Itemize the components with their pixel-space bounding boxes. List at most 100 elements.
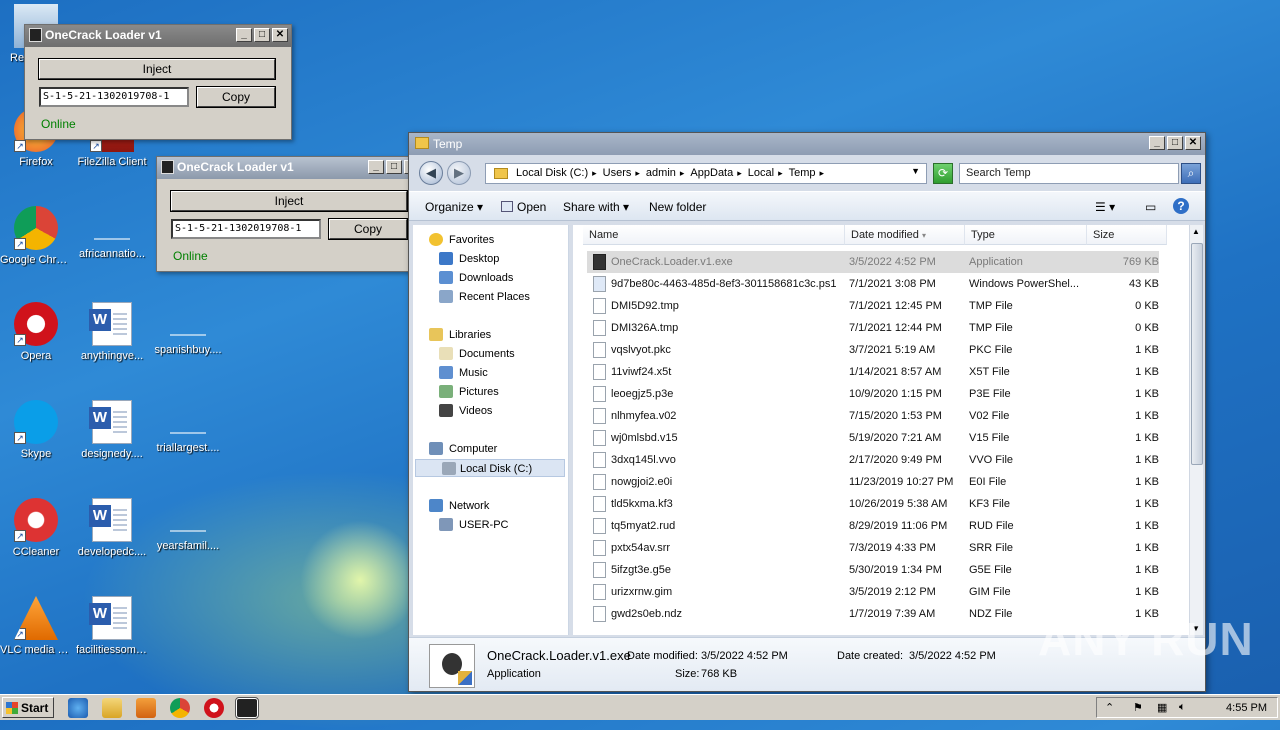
file-row[interactable]: 3dxq145l.vvo 2/17/2020 9:49 PM VVO File 1 K… — [587, 449, 1159, 471]
file-row[interactable]: 11viwf24.x5t 1/14/2021 8:57 AM X5T File 1 K… — [587, 361, 1159, 383]
loader-title-bar[interactable]: OneCrack Loader v1 _ □ ✕ — [25, 25, 291, 47]
minimize-icon[interactable]: _ — [368, 160, 384, 174]
sid-field[interactable]: S-1-5-21-1302019708-1 — [171, 219, 321, 239]
loader-title-bar[interactable]: OneCrack Loader v1 _ □ ✕ — [157, 157, 423, 179]
help-icon[interactable]: ? — [1173, 198, 1189, 214]
column-size[interactable]: Size — [1087, 225, 1167, 245]
network-icon[interactable]: ▦ — [1157, 701, 1167, 714]
file-row[interactable]: OneCrack.Loader.v1.exe 3/5/2022 4:52 PM Ap… — [587, 251, 1159, 273]
address-bar[interactable]: Local Disk (C:) ▸ Users ▸ admin ▸ AppData ▸ Loca… — [485, 163, 927, 184]
minimize-icon[interactable]: _ — [236, 28, 252, 42]
explorer-title-bar[interactable]: Temp _ □ ✕ — [409, 133, 1205, 155]
show-hidden-icons-icon[interactable]: ⌃ — [1105, 701, 1114, 714]
breadcrumb-item[interactable]: Local — [748, 167, 774, 179]
nav-downloads[interactable]: Downloads — [437, 269, 513, 287]
nav-network[interactable]: Network — [427, 497, 489, 515]
organize-button[interactable]: Organize ▾ — [425, 200, 483, 214]
onecrack-taskbar-icon[interactable] — [235, 697, 259, 719]
breadcrumb-item[interactable]: AppData — [690, 167, 733, 179]
nav-desktop[interactable]: Desktop — [437, 250, 499, 268]
desktop-icon-word[interactable]: developedc.... — [76, 498, 148, 559]
sid-field[interactable]: S-1-5-21-1302019708-1 — [39, 87, 189, 107]
breadcrumb-separator-icon[interactable]: ▸ — [778, 168, 783, 178]
file-row[interactable]: wj0mlsbd.v15 5/19/2020 7:21 AM V15 File 1 K… — [587, 427, 1159, 449]
breadcrumb-separator-icon[interactable]: ▸ — [635, 168, 640, 178]
breadcrumb-separator-icon[interactable]: ▸ — [592, 168, 597, 178]
file-row[interactable]: urizxrnw.gim 3/5/2019 2:12 PM GIM File 1 KB — [587, 581, 1159, 603]
nav-recent-places[interactable]: Recent Places — [437, 288, 530, 306]
breadcrumb-item[interactable]: Local Disk (C:) — [516, 167, 588, 179]
chevron-down-icon[interactable]: ▼ — [911, 166, 920, 176]
breadcrumb-separator-icon[interactable]: ▸ — [820, 168, 825, 178]
breadcrumb-separator-icon[interactable]: ▸ — [737, 168, 742, 178]
scroll-up-icon[interactable]: ▲ — [1192, 227, 1200, 236]
desktop-icon-opera[interactable]: ↗ Opera — [0, 302, 72, 363]
clock[interactable]: 4:55 PM — [1226, 702, 1267, 714]
file-row[interactable]: tq5myat2.rud 8/29/2019 11:06 PM RUD File 1 … — [587, 515, 1159, 537]
copy-button[interactable]: Copy — [196, 86, 276, 108]
desktop-icon-word[interactable]: facilitiessom.... — [76, 596, 148, 657]
opera-icon[interactable] — [204, 698, 224, 718]
file-row[interactable]: DMI326A.tmp 7/1/2021 12:44 PM TMP File 0 KB — [587, 317, 1159, 339]
nav-pictures[interactable]: Pictures — [437, 383, 499, 401]
file-row[interactable]: DMI5D92.tmp 7/1/2021 12:45 PM TMP File 0 KB — [587, 295, 1159, 317]
file-row[interactable]: tld5kxma.kf3 10/26/2019 5:38 AM KF3 File 1 … — [587, 493, 1159, 515]
copy-button[interactable]: Copy — [328, 218, 408, 240]
nav-music[interactable]: Music — [437, 364, 488, 382]
internet-explorer-icon[interactable] — [68, 698, 88, 718]
action-center-icon[interactable]: ⚑ — [1133, 701, 1143, 714]
column-date-modified[interactable]: Date modified ▾ — [845, 225, 965, 245]
desktop-icon-word[interactable]: anythingve... — [76, 302, 148, 363]
onecrack-loader-window-2[interactable]: OneCrack Loader v1 _ □ ✕ Inject S-1-5-21… — [156, 156, 424, 272]
maximize-icon[interactable]: □ — [386, 160, 402, 174]
nav-videos[interactable]: Videos — [437, 402, 492, 420]
nav-local-disk[interactable]: Local Disk (C:) — [415, 459, 565, 477]
search-input[interactable]: Search Temp — [959, 163, 1179, 184]
search-icon[interactable]: ⌕ — [1181, 163, 1201, 184]
file-row[interactable]: nlhmyfea.v02 7/15/2020 1:53 PM V02 File 1 K… — [587, 405, 1159, 427]
preview-pane-icon[interactable]: ▭ — [1145, 200, 1156, 214]
desktop-icon-blank[interactable]: yearsfamil.... — [152, 498, 224, 553]
maximize-icon[interactable]: □ — [1167, 136, 1183, 150]
breadcrumb-separator-icon[interactable]: ▸ — [680, 168, 685, 178]
column-name[interactable]: Name — [583, 225, 845, 245]
nav-computer[interactable]: Computer — [427, 440, 497, 458]
desktop-icon-word[interactable]: designedy.... — [76, 400, 148, 461]
desktop-icon-blank[interactable]: spanishbuy.... — [152, 302, 224, 357]
forward-arrow-icon[interactable]: ▶ — [447, 161, 471, 185]
close-icon[interactable]: ✕ — [272, 28, 288, 42]
chrome-icon[interactable] — [170, 698, 190, 718]
desktop-icon-chrome[interactable]: ↗ Google Chrome — [0, 206, 72, 267]
file-row[interactable]: vqslvyot.pkc 3/7/2021 5:19 AM PKC File 1 KB — [587, 339, 1159, 361]
share-with-button[interactable]: Share with ▾ — [563, 200, 629, 214]
inject-button[interactable]: Inject — [38, 58, 276, 80]
nav-documents[interactable]: Documents — [437, 345, 515, 363]
minimize-icon[interactable]: _ — [1149, 136, 1165, 150]
vertical-scrollbar[interactable]: ▲ ▼ — [1189, 225, 1203, 635]
file-explorer-icon[interactable] — [102, 698, 122, 718]
file-row[interactable]: nowgjoi2.e0i 11/23/2019 10:27 PM E0I File 1… — [587, 471, 1159, 493]
back-arrow-icon[interactable]: ◀ — [419, 161, 443, 185]
nav-user-pc[interactable]: USER-PC — [437, 516, 509, 534]
volume-icon[interactable]: 🔈︎ — [1179, 701, 1186, 714]
breadcrumb-item[interactable]: Temp — [789, 167, 816, 179]
maximize-icon[interactable]: □ — [254, 28, 270, 42]
open-button[interactable]: Open — [501, 200, 546, 214]
close-icon[interactable]: ✕ — [1185, 136, 1201, 150]
desktop-icon-ccleaner[interactable]: ↗ CCleaner — [0, 498, 72, 559]
refresh-icon[interactable]: ⟳ — [933, 163, 953, 184]
new-folder-button[interactable]: New folder — [649, 200, 706, 214]
desktop-icon-blank[interactable]: africannatio... — [76, 206, 148, 261]
desktop-icon-blank[interactable]: triallargest.... — [152, 400, 224, 455]
desktop-icon-vlc[interactable]: ↗ VLC media player — [0, 596, 72, 657]
file-row[interactable]: pxtx54av.srr 7/3/2019 4:33 PM SRR File 1 KB — [587, 537, 1159, 559]
nav-favorites[interactable]: Favorites — [427, 231, 494, 249]
file-row[interactable]: 5ifzgt3e.g5e 5/30/2019 1:34 PM G5E File 1 K… — [587, 559, 1159, 581]
explorer-window[interactable]: Temp _ □ ✕ ◀ ▶ Local Disk (C:) ▸ Users ▸ adm… — [408, 132, 1206, 692]
view-options-icon[interactable]: ☰ ▾ — [1095, 200, 1115, 214]
nav-libraries[interactable]: Libraries — [427, 326, 491, 344]
scrollbar-thumb[interactable] — [1191, 243, 1203, 465]
media-player-icon[interactable] — [136, 698, 156, 718]
file-row[interactable]: 9d7be80c-4463-485d-8ef3-301158681c3c.ps1… — [587, 273, 1159, 295]
start-button[interactable]: Start — [2, 697, 54, 718]
